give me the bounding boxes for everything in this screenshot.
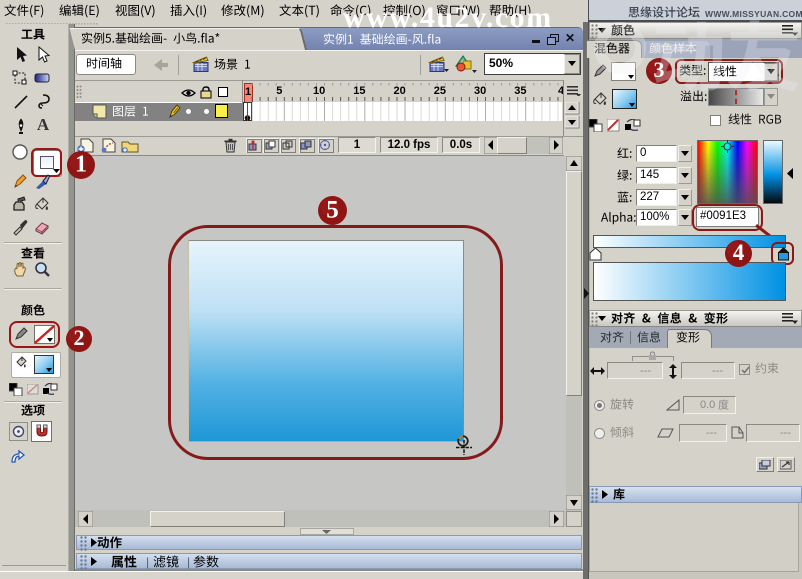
svg-text:4: 4 (733, 239, 745, 264)
svg-text:A: A (37, 116, 50, 134)
svg-text:1: 1 (75, 151, 87, 177)
svg-text:5: 5 (326, 196, 339, 223)
svg-text:2: 2 (74, 325, 85, 350)
